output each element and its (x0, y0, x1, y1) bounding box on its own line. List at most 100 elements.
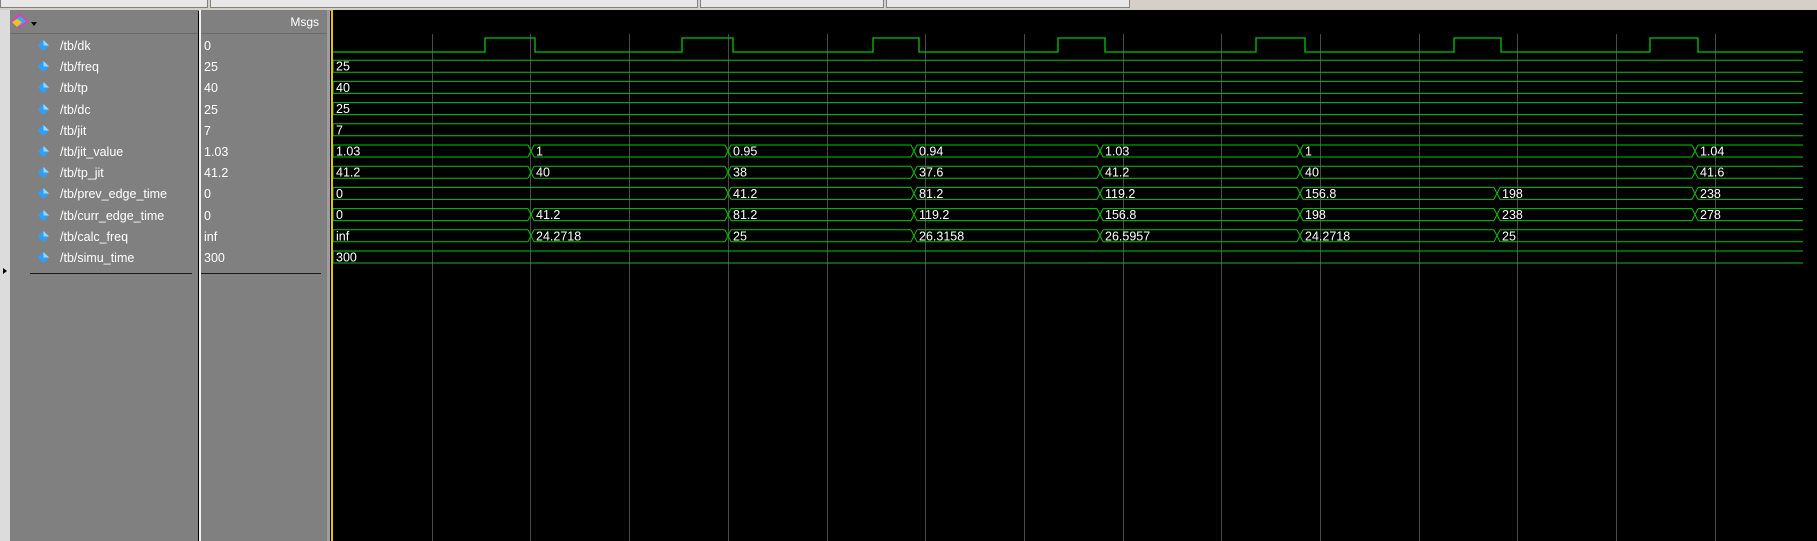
bus-value-label: 41.2 (733, 187, 757, 201)
bus-value-label: 1.04 (1700, 145, 1724, 159)
signal-value: 0 (204, 187, 211, 202)
signal-name-label: /tb/freq (60, 60, 99, 75)
signal-name-label: /tb/tp (60, 81, 88, 96)
bus-value-label: 26.3158 (919, 229, 964, 243)
signal-name-label: /tb/dk (60, 39, 91, 53)
bus-transition (1493, 208, 1501, 221)
bus-value-label: 0 (336, 208, 343, 222)
signal-value: 0 (204, 208, 211, 223)
bus-waveform: 41.2 40 38 37.6 41.2 40 41.6 (333, 165, 1803, 180)
signal-diamond-icon (38, 230, 49, 242)
bus-value-label: 198 (1305, 208, 1326, 222)
bus-value-label: 0 (336, 187, 343, 201)
name-pane-header (10, 10, 198, 34)
signal-name-label: /tb/prev_edge_time (60, 187, 168, 202)
bus-waveform: 25 (333, 102, 1803, 116)
bus-transition (1296, 229, 1304, 243)
signal-name-label: /tb/simu_time (60, 251, 135, 265)
signal-value: 300 (204, 251, 225, 265)
bus-value-label: 25 (336, 102, 350, 116)
waveform-canvas[interactable]: 25 40 25 7 1.03 1 0.95 0.94 1.03 1 1.04 41.2 40 38 37.… (333, 10, 1817, 541)
bus-value-label: 156.8 (1305, 187, 1336, 201)
bus-transition (1691, 187, 1699, 200)
signal-diamond-icon (38, 252, 49, 263)
pane-splitter[interactable] (327, 10, 330, 541)
value-pane-header: Msgs (201, 10, 327, 34)
signal-value: 40 (204, 81, 218, 96)
signal-diamond-icon (38, 82, 49, 94)
signal-diamond-icon (38, 103, 49, 115)
bus-transition (1296, 165, 1304, 179)
bus-value-label: 0.95 (733, 145, 757, 159)
expand-arrow-icon[interactable] (3, 268, 7, 274)
bus-transition (1096, 187, 1104, 200)
bus-value-label: 300 (336, 251, 357, 265)
bus-value-label: 1 (536, 145, 543, 159)
bus-waveform: 25 (333, 59, 1803, 74)
bus-value-label: 1.03 (1105, 145, 1129, 159)
add-wave-icon[interactable] (10, 12, 38, 32)
bus-value-label: 25 (336, 60, 350, 74)
bus-value-label: 41.2 (536, 208, 560, 222)
bus-waveform: 300 (333, 250, 1803, 265)
signal-diamond-icon (38, 124, 49, 136)
signal-value: 7 (204, 123, 211, 138)
bus-waveform: inf 24.2718 25 26.3158 26.5957 24.2718 25 (333, 229, 1803, 243)
bus-waveform: 1.03 1 0.95 0.94 1.03 1 1.04 (333, 144, 1803, 159)
signal-diamond-icon (38, 146, 49, 157)
bus-value-label: 238 (1700, 187, 1721, 201)
waveform-pane[interactable]: 25 40 25 7 1.03 1 0.95 0.94 1.03 1 1.04 41.2 40 38 37.… (333, 10, 1817, 541)
signal-diamond-icon (38, 40, 49, 51)
signal-value: 41.2 (204, 166, 229, 181)
bus-waveform: 0 41.2 81.2 119.2 156.8 198 238 (333, 186, 1803, 201)
signal-value: 25 (204, 102, 218, 117)
bus-transition (1096, 144, 1104, 158)
bus-value-label: 119.2 (919, 208, 949, 222)
bus-value-label: 81.2 (733, 208, 757, 222)
bus-value-label: 40 (336, 81, 350, 95)
bus-value-label: inf (336, 229, 350, 243)
signal-name-label: /tb/jit (60, 123, 87, 138)
bus-value-label: 7 (336, 123, 343, 137)
bus-transition (1691, 144, 1699, 158)
bus-transition (1096, 208, 1104, 221)
bus-waveform: 7 (333, 123, 1803, 137)
bus-value-label: 40 (1305, 166, 1319, 180)
bus-value-label: 0.94 (919, 145, 943, 159)
toolbar-tab[interactable] (0, 0, 208, 8)
bus-transition (1296, 208, 1304, 221)
signal-name-label: /tb/tp_jit (60, 166, 104, 181)
bus-waveform: 40 (333, 80, 1803, 95)
bus-transition (1493, 229, 1501, 243)
bus-value-label: 278 (1700, 208, 1721, 222)
bus-value-label: 156.8 (1105, 208, 1136, 222)
toolbar-tab[interactable] (700, 0, 884, 8)
bus-value-label: 41.2 (1105, 166, 1129, 180)
bus-value-label: 40 (536, 166, 550, 180)
bus-transition (1296, 187, 1304, 200)
bus-value-label: 119.2 (1105, 187, 1135, 201)
signal-name-label: /tb/jit_value (60, 145, 124, 159)
signal-value: 1.03 (204, 145, 229, 159)
clock-waveform (333, 37, 1803, 53)
signal-name-label: /tb/calc_freq (60, 229, 129, 244)
bus-transition (1096, 165, 1104, 179)
bus-value-label: 41.6 (1700, 166, 1724, 180)
bus-value-label: 37.6 (919, 166, 943, 180)
bus-transition (1691, 208, 1699, 221)
bus-transition (1096, 229, 1104, 243)
msgs-column-label: Msgs (290, 15, 319, 29)
bus-transition (910, 187, 918, 200)
toolbar-tab[interactable] (886, 0, 1130, 8)
bus-value-label: 24.2718 (536, 229, 581, 243)
signal-name-label: /tb/curr_edge_time (60, 208, 165, 223)
bus-value-label: 26.5957 (1105, 229, 1150, 243)
bus-transition (1296, 144, 1304, 158)
signal-value: inf (204, 229, 218, 244)
bus-value-label: 41.2 (336, 166, 360, 180)
signal-diamond-icon (38, 167, 49, 179)
bus-value-label: 25 (733, 229, 747, 243)
toolbar-tab[interactable] (210, 0, 698, 8)
bus-transition (910, 144, 918, 158)
bus-value-label: 238 (1502, 208, 1523, 222)
